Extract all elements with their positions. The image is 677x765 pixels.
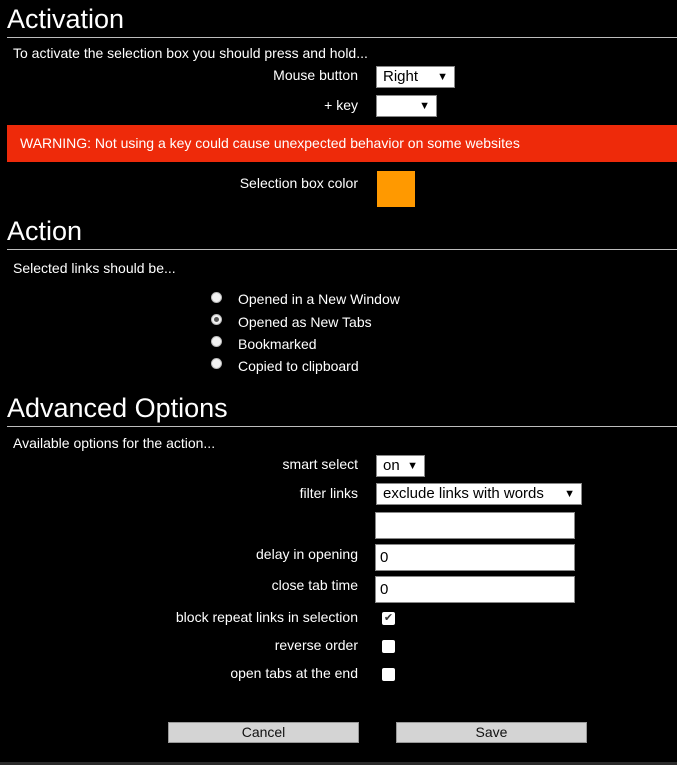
selection-color-swatch[interactable] <box>377 171 415 207</box>
save-button[interactable]: Save <box>396 722 587 743</box>
delay-input[interactable]: 0 <box>375 544 575 571</box>
radio-label-bookmarked: Bookmarked <box>238 336 317 352</box>
warning-banner: WARNING: Not using a key could cause une… <box>7 125 677 162</box>
smart-select-value: on <box>383 457 400 474</box>
block-repeat-checkbox[interactable]: ✔ <box>382 612 395 625</box>
close-tab-label: close tab time <box>271 577 358 593</box>
activation-divider <box>7 37 677 38</box>
action-intro: Selected links should be... <box>13 260 176 276</box>
radio-new-window[interactable] <box>211 292 222 303</box>
block-repeat-label: block repeat links in selection <box>175 609 358 625</box>
filter-links-select[interactable]: exclude links with words ▼ <box>376 483 582 505</box>
action-heading: Action <box>7 216 83 246</box>
advanced-divider <box>7 426 677 427</box>
radio-clipboard[interactable] <box>211 358 222 369</box>
mouse-button-label: Mouse button <box>273 67 358 83</box>
smart-select-select[interactable]: on ▼ <box>376 455 425 477</box>
open-at-end-label: open tabs at the end <box>230 665 358 681</box>
activation-heading: Activation <box>7 4 125 34</box>
options-page: Activation To activate the selection box… <box>0 0 677 765</box>
triangle-down-icon: ▼ <box>564 488 575 500</box>
action-divider <box>7 249 677 250</box>
delay-label: delay in opening <box>256 546 358 562</box>
smart-select-label: smart select <box>282 456 358 472</box>
selection-color-label: Selection box color <box>239 175 358 191</box>
key-select[interactable]: ▼ <box>376 95 437 117</box>
filter-words-input[interactable] <box>375 512 575 539</box>
radio-new-tabs[interactable] <box>211 314 222 325</box>
open-at-end-checkbox[interactable] <box>382 668 395 681</box>
reverse-order-label: reverse order <box>274 637 358 653</box>
filter-links-value: exclude links with words <box>383 485 544 502</box>
triangle-down-icon: ▼ <box>437 71 448 83</box>
close-tab-input[interactable]: 0 <box>375 576 575 603</box>
key-label: + key <box>324 97 358 113</box>
activation-intro: To activate the selection box you should… <box>13 45 368 61</box>
radio-label-new-window: Opened in a New Window <box>238 291 400 307</box>
advanced-intro: Available options for the action... <box>13 435 216 451</box>
triangle-down-icon: ▼ <box>419 100 430 112</box>
reverse-order-checkbox[interactable] <box>382 640 395 653</box>
mouse-button-value: Right <box>383 68 419 85</box>
triangle-down-icon: ▼ <box>407 460 418 472</box>
radio-bookmarked[interactable] <box>211 336 222 347</box>
mouse-button-select[interactable]: Right ▼ <box>376 66 455 88</box>
advanced-heading: Advanced Options <box>7 393 228 423</box>
cancel-button[interactable]: Cancel <box>168 722 359 743</box>
filter-links-label: filter links <box>299 485 358 501</box>
radio-label-new-tabs: Opened as New Tabs <box>238 314 372 330</box>
radio-label-clipboard: Copied to clipboard <box>238 358 359 374</box>
